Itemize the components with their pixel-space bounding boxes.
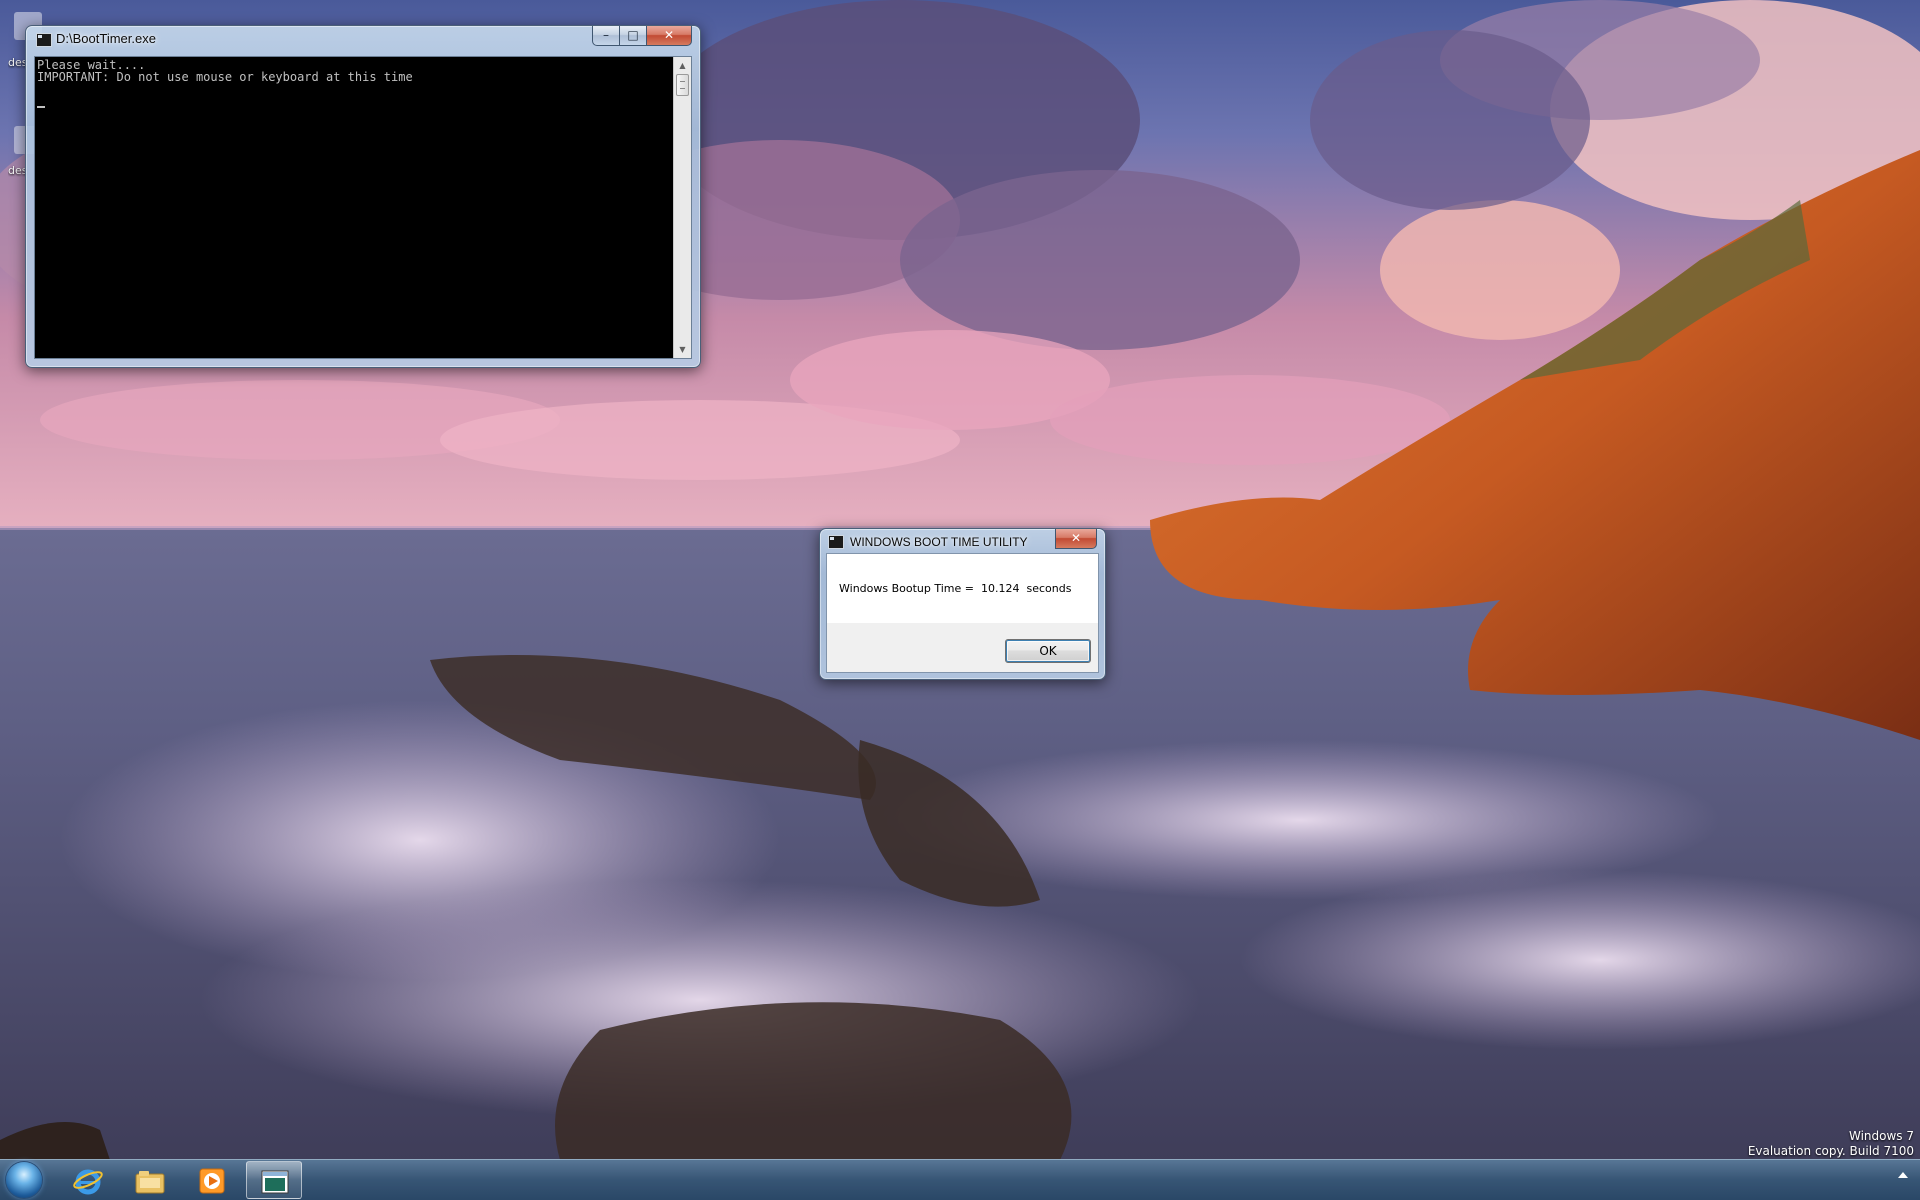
boot-time-message: Windows Bootup Time = 10.124 seconds — [839, 582, 1072, 595]
media-player-icon — [199, 1168, 225, 1194]
close-button[interactable]: ✕ — [646, 26, 692, 46]
console-window-title: D:\BootTimer.exe — [56, 31, 156, 46]
taskbar-internet-explorer[interactable] — [60, 1161, 116, 1199]
taskbar-media-player[interactable] — [184, 1161, 240, 1199]
dialog-window-icon — [828, 535, 844, 549]
watermark-build: Evaluation copy. Build 7100 — [1747, 1144, 1914, 1158]
console-cursor — [37, 106, 45, 108]
windows-watermark: Windows 7 Evaluation copy. Build 7100 — [1748, 1129, 1914, 1159]
console-output[interactable]: Please wait.... IMPORTANT: Do not use mou… — [34, 56, 692, 359]
dialog-title: WINDOWS BOOT TIME UTILITY — [850, 535, 1028, 549]
windows-orb-icon[interactable] — [6, 1162, 42, 1198]
internet-explorer-icon — [73, 1169, 103, 1195]
scroll-up-arrow-icon[interactable]: ▲ — [674, 57, 691, 74]
console-window-icon — [261, 1170, 289, 1194]
scroll-down-arrow-icon[interactable]: ▼ — [674, 341, 691, 358]
scroll-thumb[interactable] — [676, 74, 689, 96]
folder-library-icon — [135, 1171, 165, 1194]
show-hidden-icons-icon[interactable] — [1898, 1172, 1908, 1178]
taskbar-windows-explorer[interactable] — [122, 1161, 178, 1199]
taskbar — [0, 1159, 1920, 1200]
watermark-os-name: Windows 7 — [1848, 1129, 1914, 1143]
message-panel: Windows Bootup Time = 10.124 seconds — [827, 554, 1098, 623]
minimize-button[interactable]: – — [592, 26, 620, 46]
ok-button[interactable]: OK — [1005, 639, 1091, 663]
console-line: IMPORTANT: Do not use mouse or keyboard … — [37, 70, 413, 84]
console-window-icon — [36, 33, 52, 47]
taskbar-console-window[interactable] — [246, 1161, 302, 1199]
maximize-button[interactable]: □ — [619, 26, 647, 46]
console-text: Please wait.... IMPORTANT: Do not use mou… — [37, 59, 671, 83]
vertical-scrollbar[interactable]: ▲ ▼ — [673, 57, 691, 358]
console-window: D:\BootTimer.exe – □ ✕ Please wait.... IM… — [25, 25, 701, 368]
dialog-body: Windows Bootup Time = 10.124 seconds OK — [826, 553, 1099, 673]
boot-time-dialog: WINDOWS BOOT TIME UTILITY ✕ Windows Boot… — [819, 528, 1106, 680]
dialog-close-button[interactable]: ✕ — [1055, 529, 1097, 549]
